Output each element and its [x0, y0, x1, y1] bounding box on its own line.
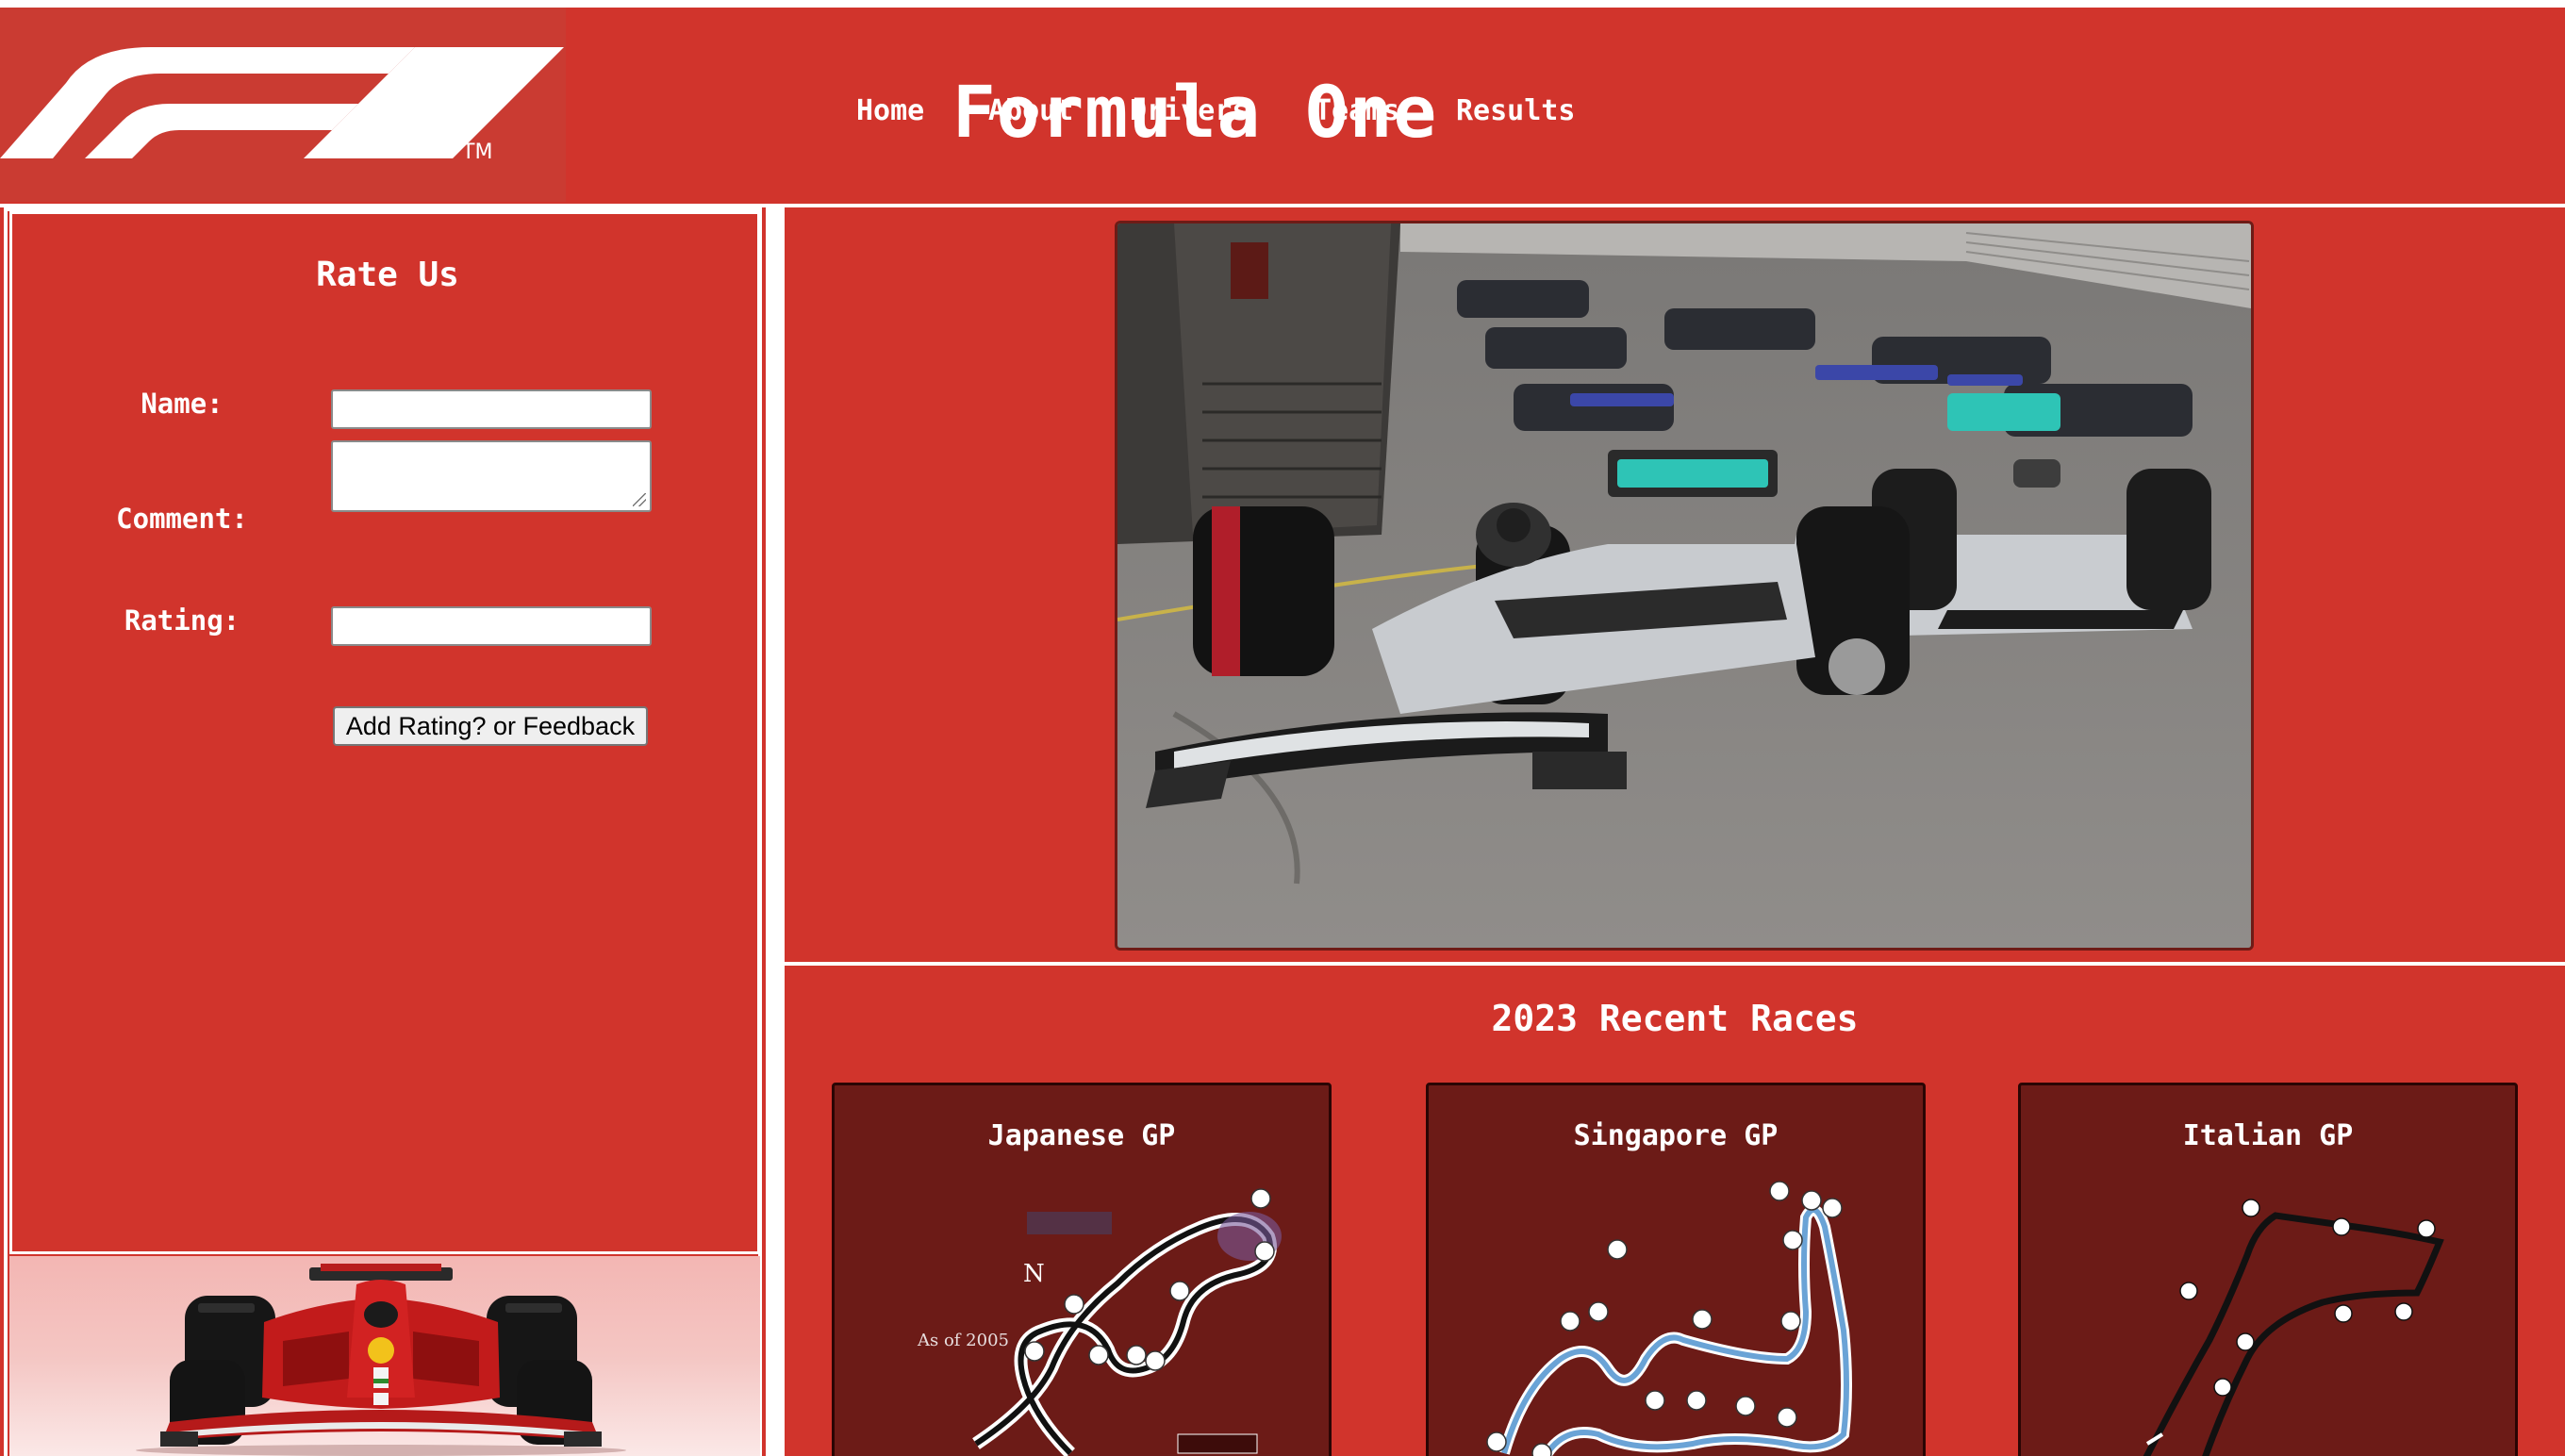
section-divider: [785, 962, 2565, 966]
sidebar: Rate Us Name: Comment: Rating: Add Ratin…: [0, 207, 766, 1456]
monza-circuit-map-icon: [2143, 1199, 2444, 1456]
suzuka-circuit-map-icon: N As of 2005: [917, 1188, 1282, 1456]
rate-us-panel: Rate Us Name: Comment: Rating: Add Ratin…: [9, 211, 760, 1254]
svg-text:N: N: [1023, 1260, 1045, 1288]
add-rating-button[interactable]: Add Rating? or Feedback: [333, 706, 648, 746]
race-card-title: Japanese GP: [987, 1119, 1176, 1152]
name-input[interactable]: [331, 389, 652, 429]
svg-text:As of 2005: As of 2005: [917, 1331, 1009, 1350]
race-card-title: Italian GP: [2182, 1119, 2354, 1152]
nav-results[interactable]: Results: [1456, 94, 1575, 127]
race-cars-photo-icon: [1117, 223, 2251, 948]
marina-bay-circuit-map-icon: [1486, 1181, 1852, 1456]
svg-text:TM: TM: [461, 141, 492, 164]
comment-label: Comment:: [116, 503, 248, 535]
car-image-panel: [9, 1256, 760, 1456]
race-card-singapore-gp[interactable]: Singapore GP: [1426, 1083, 1926, 1456]
nav-home[interactable]: Home: [856, 94, 924, 127]
nav-drivers[interactable]: Drivers: [1130, 94, 1249, 127]
name-label: Name:: [141, 388, 223, 420]
race-card-japanese-gp[interactable]: Japanese GP N As of 2005: [832, 1083, 1332, 1456]
nav-teams[interactable]: Teams: [1315, 94, 1399, 127]
page: TM Formula One Home About Drivers Teams …: [0, 0, 2565, 1456]
rate-us-title: Rate Us: [316, 256, 459, 294]
column-divider: [781, 207, 785, 1456]
resize-grip-icon[interactable]: [633, 493, 646, 506]
rating-input[interactable]: [331, 606, 652, 646]
ferrari-car-icon: [136, 1264, 626, 1456]
f1-logo-icon: TM: [0, 47, 564, 164]
rating-label: Rating:: [124, 604, 240, 637]
race-card-title: Singapore GP: [1573, 1119, 1779, 1152]
logo-box[interactable]: TM: [0, 8, 566, 202]
race-card-italian-gp[interactable]: Italian GP: [2018, 1083, 2518, 1456]
comment-textarea[interactable]: [331, 440, 652, 512]
hero-image: [1115, 221, 2254, 951]
recent-races-title: 2023 Recent Races: [1491, 998, 1859, 1039]
site-header: TM Formula One Home About Drivers Teams …: [0, 8, 2565, 204]
nav-about[interactable]: About: [988, 94, 1073, 127]
